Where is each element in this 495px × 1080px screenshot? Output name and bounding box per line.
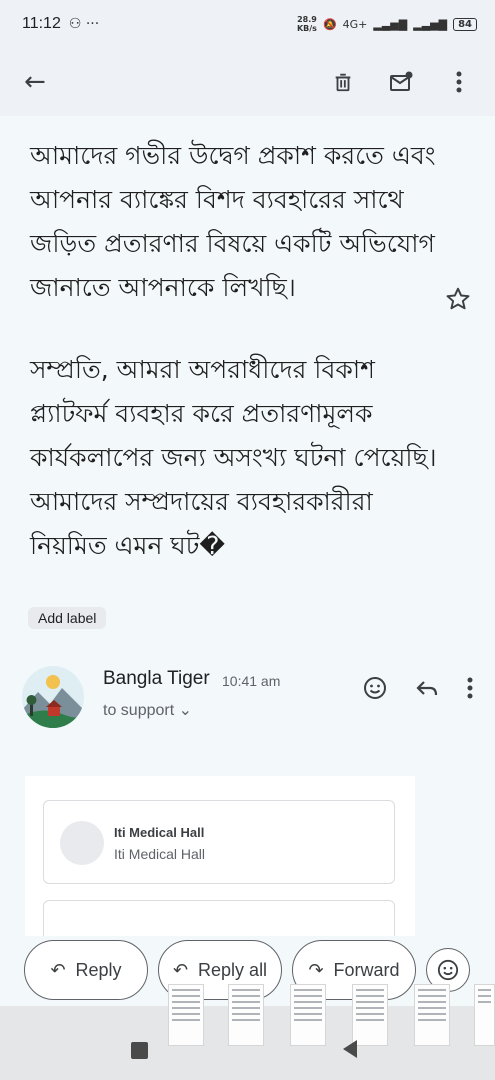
embedded-profile-card[interactable]: Iti Medical Hall Iti Medical Hall: [43, 800, 395, 884]
app-notification-icon: ⚇ ···: [68, 16, 100, 32]
signal-icon-2: ▂▃▅▇: [413, 17, 448, 31]
recent-thumbnail[interactable]: [352, 984, 388, 1046]
forward-label: Forward: [333, 959, 400, 980]
battery-indicator: 84: [453, 17, 477, 31]
reply-button[interactable]: ↶ Reply: [24, 940, 148, 1000]
mute-icon: 🔕: [322, 17, 337, 31]
sender-name: Bangla Tiger: [103, 668, 210, 689]
profile-placeholder-icon: [60, 821, 104, 865]
recent-thumbnail[interactable]: [168, 984, 204, 1046]
reply-all-arrow-icon: ↶: [172, 959, 189, 980]
mark-unread-icon[interactable]: [389, 70, 413, 94]
add-label-chip[interactable]: Add label: [28, 607, 107, 629]
network-type: 4G+: [342, 17, 368, 31]
status-bar: 11:12 ⚇ ··· 28.9 KB/s 🔕 4G+ ▂▃▅▇ ▂▃▅▇ 84: [0, 0, 495, 48]
chevron-down-icon: ⌄: [178, 702, 193, 719]
speed-value: 28.9: [297, 15, 317, 24]
recipient-text: to support: [103, 702, 175, 719]
speed-unit: KB/s: [296, 24, 317, 33]
embedded-subtitle: Iti Medical Hall: [114, 846, 206, 862]
more-options-icon[interactable]: [447, 70, 471, 94]
back-nav-button[interactable]: [343, 1040, 357, 1058]
recent-thumbnail[interactable]: [414, 984, 450, 1046]
message-content: আমাদের গভীর উদ্বেগ প্রকাশ করতে এবং আপনার…: [0, 116, 495, 936]
recent-thumbnail[interactable]: [228, 984, 264, 1046]
recents-nav-button[interactable]: [131, 1042, 148, 1059]
delete-icon[interactable]: [331, 70, 355, 94]
reply-label: Reply: [75, 959, 122, 980]
message-body: আমাদের গভীর উদ্বেগ প্রকাশ করতে এবং আপনার…: [30, 134, 450, 606]
sender-more-icon[interactable]: [467, 677, 473, 703]
recent-thumbnail[interactable]: [474, 984, 495, 1046]
back-arrow-icon[interactable]: ←: [24, 67, 46, 97]
system-nav-bar: [0, 984, 495, 1080]
reply-all-label: Reply all: [198, 959, 268, 980]
emoji-react-icon[interactable]: [363, 676, 387, 704]
signal-icon: ▂▃▅▇: [373, 17, 408, 31]
status-time: 11:12: [22, 15, 61, 32]
network-speed: 28.9 KB/s: [297, 15, 317, 33]
app-bar: ←: [0, 48, 495, 116]
sent-time: 10:41 am: [222, 673, 281, 689]
sender-avatar[interactable]: [22, 666, 84, 728]
sender-row: Bangla Tiger 10:41 am to support ⌄: [0, 656, 495, 736]
message-paragraph: সম্প্রতি, আমরা অপরাধীদের বিকাশ প্ল্যাটফর…: [30, 355, 437, 560]
reply-icon[interactable]: [415, 678, 439, 702]
recent-thumbnail[interactable]: [290, 984, 326, 1046]
message-paragraph: আমাদের গভীর উদ্বেগ প্রকাশ করতে এবং আপনার…: [30, 141, 436, 302]
recipient-toggle[interactable]: to support ⌄: [103, 700, 192, 720]
embedded-section: [43, 900, 395, 936]
embedded-name: Iti Medical Hall: [114, 825, 205, 840]
reply-arrow-icon: ↶: [50, 959, 66, 980]
star-icon[interactable]: [445, 286, 471, 312]
status-right-group: 28.9 KB/s 🔕 4G+ ▂▃▅▇ ▂▃▅▇ 84: [297, 15, 477, 33]
forward-arrow-icon: ↷: [308, 959, 324, 980]
embedded-content: Iti Medical Hall Iti Medical Hall: [25, 776, 415, 936]
